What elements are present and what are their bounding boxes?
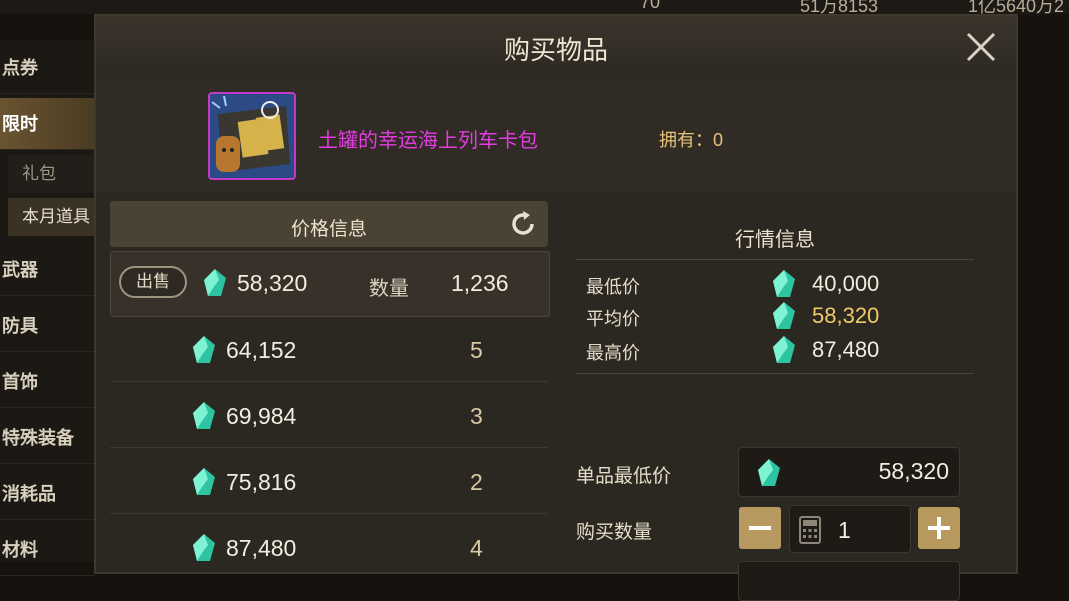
total-price-field bbox=[738, 561, 960, 601]
sidebar-item-armor[interactable]: 防具 bbox=[0, 300, 94, 352]
listing-quantity: 2 bbox=[470, 469, 483, 495]
listing-quantity: 3 bbox=[470, 403, 483, 429]
gem-icon bbox=[773, 302, 795, 329]
sidebar-item-jewelry[interactable]: 首饰 bbox=[0, 356, 94, 408]
quantity-label: 数量 bbox=[369, 278, 409, 300]
sidebar-item-consumable[interactable]: 消耗品 bbox=[0, 468, 94, 520]
sidebar-sub-gift[interactable]: 礼包 bbox=[8, 155, 94, 193]
price-info-title: 价格信息 bbox=[290, 219, 367, 240]
gem-icon bbox=[773, 336, 795, 363]
sidebar-item-weapon[interactable]: 武器 bbox=[0, 244, 94, 296]
listing-row[interactable]: 69,984 3 bbox=[110, 383, 548, 448]
unit-price-value: 58,320 bbox=[878, 458, 949, 484]
gem-icon bbox=[204, 269, 226, 296]
quantity-value: 1 bbox=[838, 517, 851, 543]
top-currency-bar: 70 51万8153 1亿5640万2 bbox=[0, 0, 1069, 14]
listing-row[interactable]: 64,152 5 bbox=[110, 317, 548, 382]
market-info-title: 行情信息 bbox=[735, 229, 815, 251]
unit-price-label: 单品最低价 bbox=[576, 466, 672, 487]
dialog-header: 购买物品 bbox=[96, 16, 1016, 81]
listing-price: 75,816 bbox=[226, 469, 297, 495]
market-info-panel: 行情信息 最低价 40,000 平均价 58,320 最高价 87,480 单品… bbox=[576, 201, 976, 601]
listing-row[interactable]: 75,816 2 bbox=[110, 449, 548, 514]
sell-button[interactable]: 出售 bbox=[119, 266, 187, 298]
gem-icon bbox=[773, 270, 795, 297]
listing-row[interactable]: 87,480 4 bbox=[110, 515, 548, 579]
highest-price-value: 87,480 bbox=[812, 337, 880, 362]
quantity-input[interactable]: 1 bbox=[789, 505, 911, 553]
listing-price: 58,320 bbox=[237, 270, 308, 296]
sidebar-sub-monthly[interactable]: 本月道具 bbox=[8, 198, 94, 236]
listing-price: 69,984 bbox=[226, 403, 297, 429]
dialog-title: 购买物品 bbox=[503, 35, 608, 65]
owned-count: 拥有：0 bbox=[659, 130, 724, 150]
lowest-price-label: 最低价 bbox=[586, 277, 640, 297]
category-sidebar: 点券 限时 礼包 本月道具 武器 防具 首饰 特殊装备 消耗品 材料 bbox=[0, 40, 94, 576]
listing-row[interactable]: 出售 58,320 数量 1,236 bbox=[110, 251, 550, 317]
item-name: 土罐的幸运海上列车卡包 bbox=[318, 130, 538, 152]
currency-value-2: 51万8153 bbox=[800, 0, 879, 14]
increase-quantity-button[interactable] bbox=[918, 507, 960, 549]
listing-quantity: 1,236 bbox=[451, 270, 509, 296]
divider bbox=[576, 373, 974, 374]
unit-price-field: 58,320 bbox=[738, 447, 960, 497]
listing-quantity: 5 bbox=[470, 337, 483, 363]
currency-value-1: 70 bbox=[640, 0, 661, 12]
minus-icon bbox=[749, 526, 771, 530]
close-icon[interactable] bbox=[964, 30, 998, 64]
gem-icon bbox=[758, 459, 780, 486]
sidebar-item-special[interactable]: 特殊装备 bbox=[0, 412, 94, 464]
currency-value-3: 1亿5640万2 bbox=[968, 0, 1065, 14]
decrease-quantity-button[interactable] bbox=[739, 507, 781, 549]
highest-price-label: 最高价 bbox=[586, 343, 640, 363]
listing-price: 87,480 bbox=[226, 535, 297, 561]
price-info-panel: 价格信息 出售 58,320 数量 1,236 64,152 5 69,984 … bbox=[110, 201, 550, 581]
lowest-price-value: 40,000 bbox=[812, 271, 880, 296]
purchase-dialog: 购买物品 土罐的幸运海上列车卡包 拥有：0 价格信息 出售 58,320 数量 … bbox=[94, 14, 1018, 601]
item-card-pack-icon bbox=[208, 92, 296, 180]
refresh-icon[interactable] bbox=[508, 209, 538, 239]
gem-icon bbox=[193, 402, 215, 429]
item-summary: 土罐的幸运海上列车卡包 拥有：0 bbox=[96, 80, 1016, 192]
sidebar-item-coupon[interactable]: 点券 bbox=[0, 42, 94, 94]
average-price-value: 58,320 bbox=[812, 303, 880, 328]
sidebar-item-material[interactable]: 材料 bbox=[0, 524, 94, 576]
gem-icon bbox=[193, 534, 215, 561]
sidebar-item-limited[interactable]: 限时 bbox=[0, 98, 94, 150]
gem-icon bbox=[193, 468, 215, 495]
calculator-icon[interactable] bbox=[798, 515, 822, 545]
gem-icon bbox=[193, 336, 215, 363]
divider bbox=[576, 259, 974, 260]
quantity-input-label: 购买数量 bbox=[576, 522, 653, 543]
average-price-label: 平均价 bbox=[586, 309, 640, 329]
listing-quantity: 4 bbox=[470, 535, 483, 561]
price-info-header: 价格信息 bbox=[110, 201, 548, 247]
listing-price: 64,152 bbox=[226, 337, 297, 363]
